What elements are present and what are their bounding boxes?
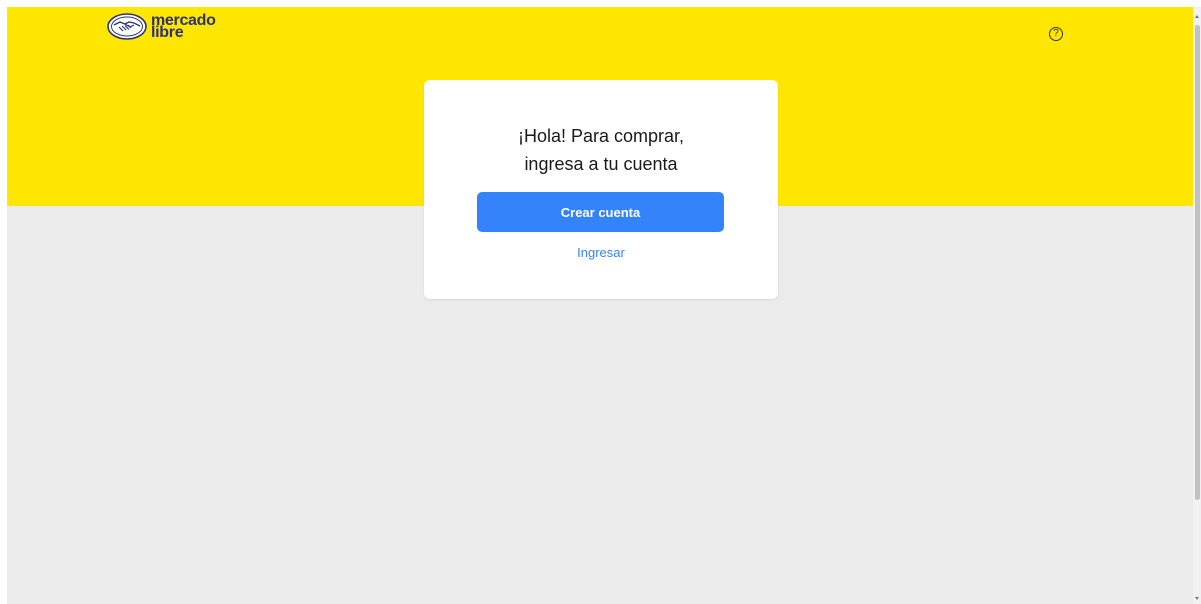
handshake-logo-icon — [107, 13, 147, 40]
create-account-button[interactable]: Crear cuenta — [477, 192, 724, 232]
login-card: ¡Hola! Para comprar, ingresa a tu cuenta… — [424, 80, 778, 299]
mercado-libre-logo[interactable]: mercado libre — [107, 12, 216, 41]
card-title: ¡Hola! Para comprar, ingresa a tu cuenta — [424, 122, 778, 178]
help-circle-icon[interactable]: ? — [1049, 27, 1063, 41]
login-link[interactable]: Ingresar — [424, 245, 778, 260]
scrollbar-thumb[interactable] — [1195, 25, 1200, 500]
card-title-line1: ¡Hola! Para comprar, — [517, 126, 685, 146]
card-title-line2: ingresa a tu cuenta — [524, 154, 678, 174]
scroll-down-arrow-icon[interactable] — [1195, 597, 1199, 600]
page-viewport: mercado libre ? ¡Hola! Para comprar, ing… — [7, 7, 1193, 604]
logo-wordmark: mercado libre — [151, 12, 216, 41]
scroll-up-arrow-icon[interactable] — [1195, 15, 1199, 18]
vertical-scrollbar[interactable] — [1193, 7, 1201, 604]
logo-text-line2: libre — [151, 23, 184, 41]
